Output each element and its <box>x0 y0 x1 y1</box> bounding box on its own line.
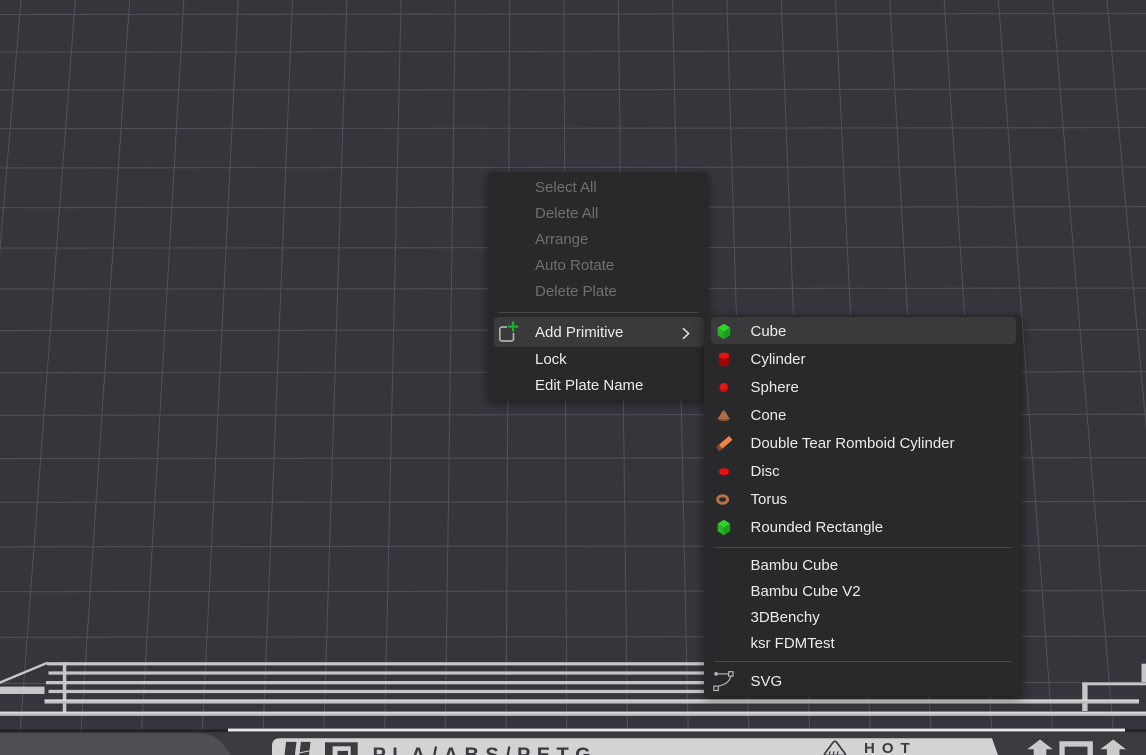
svg-text:HOT: HOT <box>864 740 917 755</box>
svg-text:PLA/ABS/PETG: PLA/ABS/PETG <box>373 745 598 755</box>
